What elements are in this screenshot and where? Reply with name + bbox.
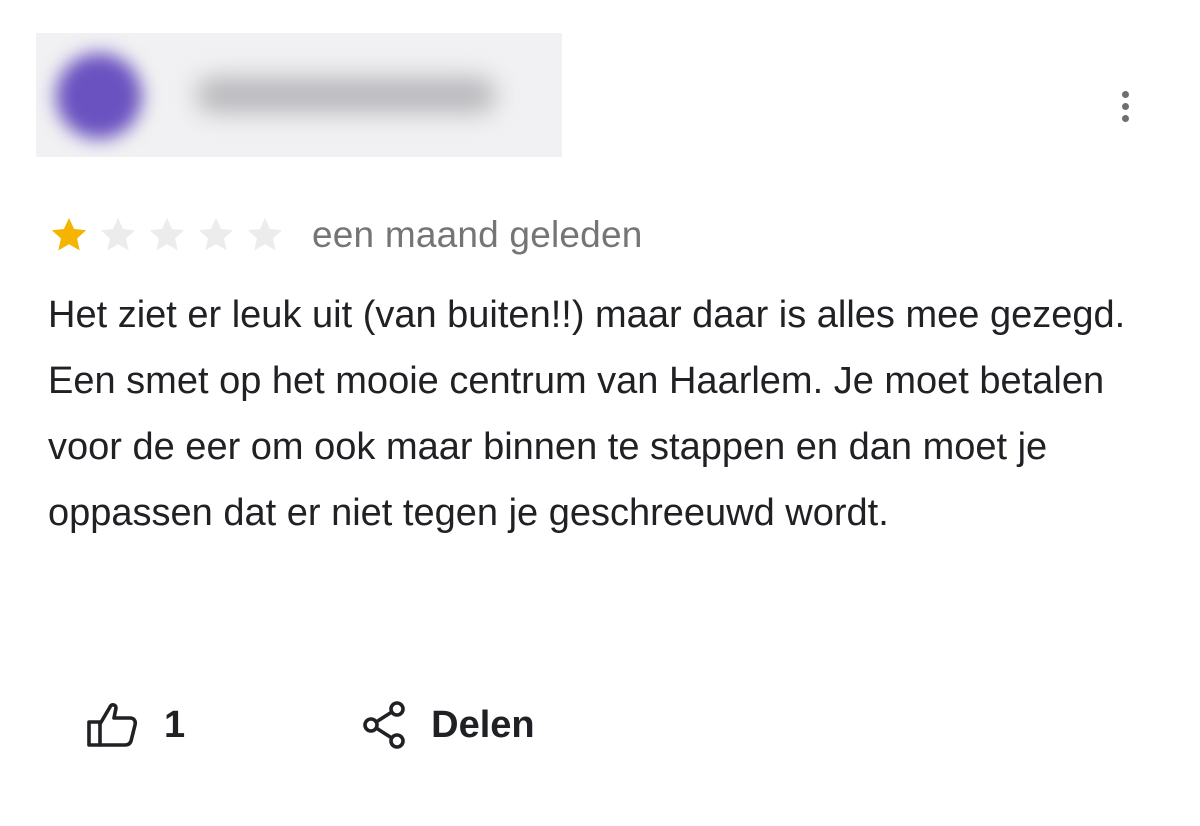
review-card: een maand geleden Het ziet er leuk uit (… bbox=[0, 0, 1200, 826]
star-icon bbox=[100, 218, 136, 251]
rating-row: een maand geleden bbox=[48, 208, 643, 262]
like-count: 1 bbox=[164, 703, 186, 746]
more-vert-icon bbox=[1121, 90, 1129, 98]
more-vert-icon-dot bbox=[1121, 102, 1129, 110]
star-icon bbox=[247, 218, 283, 251]
author-name-redacted bbox=[196, 77, 496, 113]
share-label: Delen bbox=[431, 703, 535, 746]
review-time: een maand geleden bbox=[312, 214, 643, 255]
more-vert-icon-dot bbox=[1121, 114, 1129, 122]
review-text: Het ziet er leuk uit (van buiten!!) maar… bbox=[48, 294, 1126, 534]
star-icon bbox=[51, 218, 87, 251]
review-actions: 1 Delen bbox=[84, 694, 535, 756]
more-options-button[interactable] bbox=[1108, 84, 1142, 128]
thumb-up-icon bbox=[87, 703, 138, 747]
star-icon bbox=[149, 218, 185, 251]
share-icon bbox=[363, 701, 405, 749]
star-icon bbox=[198, 218, 234, 251]
star-rating bbox=[48, 214, 286, 256]
avatar bbox=[56, 53, 142, 139]
like-button[interactable]: 1 bbox=[84, 697, 185, 753]
share-button[interactable]: Delen bbox=[357, 697, 535, 753]
author-header-blurred bbox=[36, 33, 562, 157]
